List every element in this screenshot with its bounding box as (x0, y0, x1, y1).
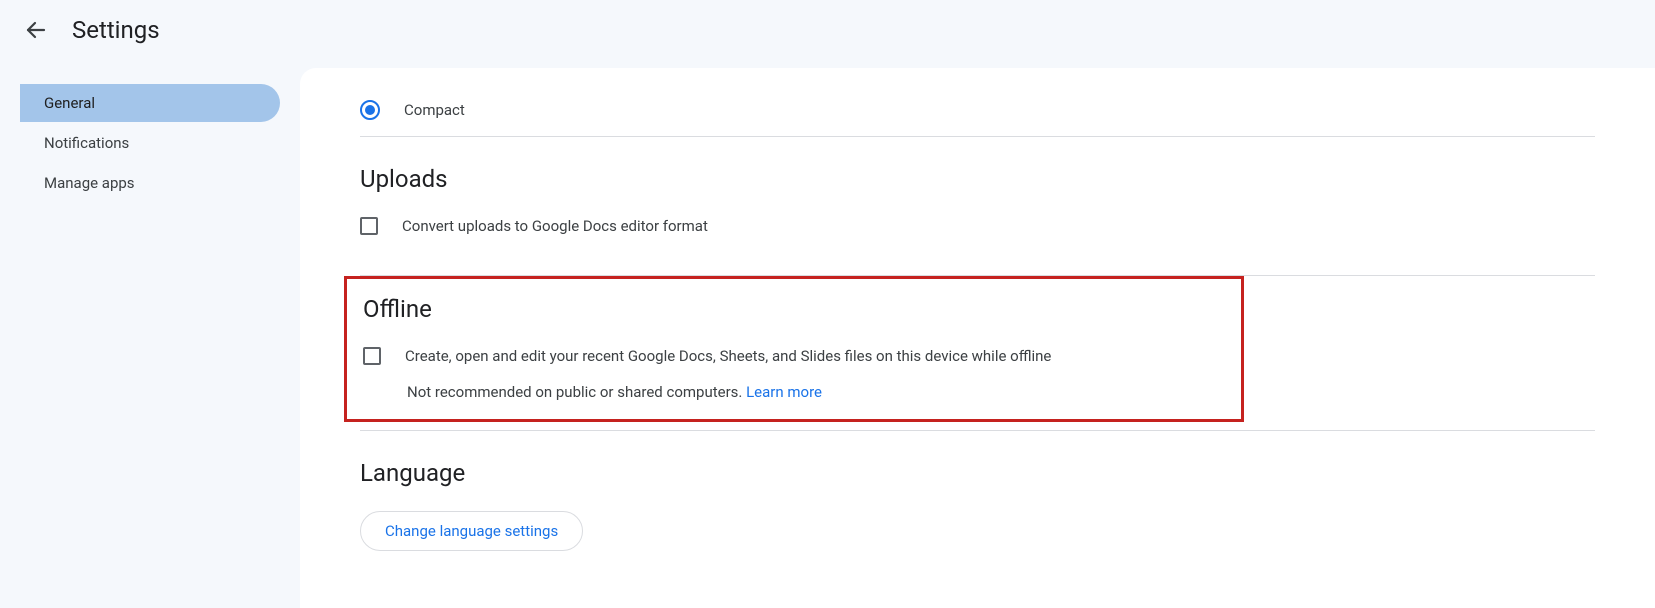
back-arrow-icon[interactable] (24, 18, 48, 42)
page-title: Settings (72, 16, 160, 44)
divider (360, 136, 1595, 137)
divider (360, 430, 1595, 431)
offline-subtext: Not recommended on public or shared comp… (407, 383, 746, 401)
sidebar-item-notifications[interactable]: Notifications (20, 124, 280, 162)
header: Settings (0, 0, 1655, 60)
uploads-title: Uploads (360, 165, 1595, 193)
language-title: Language (360, 459, 1595, 487)
density-compact-row: Compact (360, 92, 1595, 136)
offline-subtext-row: Not recommended on public or shared comp… (363, 383, 1225, 401)
main-content: Compact Uploads Convert uploads to Googl… (300, 68, 1655, 608)
offline-highlight-box: Offline Create, open and edit your recen… (344, 276, 1244, 422)
sidebar-item-general[interactable]: General (20, 84, 280, 122)
offline-checkbox[interactable] (363, 347, 381, 365)
uploads-section: Uploads Convert uploads to Google Docs e… (360, 165, 1595, 275)
offline-title: Offline (363, 295, 1225, 323)
offline-label: Create, open and edit your recent Google… (405, 347, 1051, 365)
learn-more-link[interactable]: Learn more (746, 383, 822, 401)
compact-label: Compact (404, 101, 465, 119)
language-section: Language Change language settings (360, 459, 1595, 571)
convert-uploads-label: Convert uploads to Google Docs editor fo… (402, 217, 708, 235)
sidebar-item-manage-apps[interactable]: Manage apps (20, 164, 280, 202)
sidebar: General Notifications Manage apps (0, 60, 300, 608)
change-language-button[interactable]: Change language settings (360, 511, 583, 551)
convert-uploads-checkbox[interactable] (360, 217, 378, 235)
compact-radio[interactable] (360, 100, 380, 120)
